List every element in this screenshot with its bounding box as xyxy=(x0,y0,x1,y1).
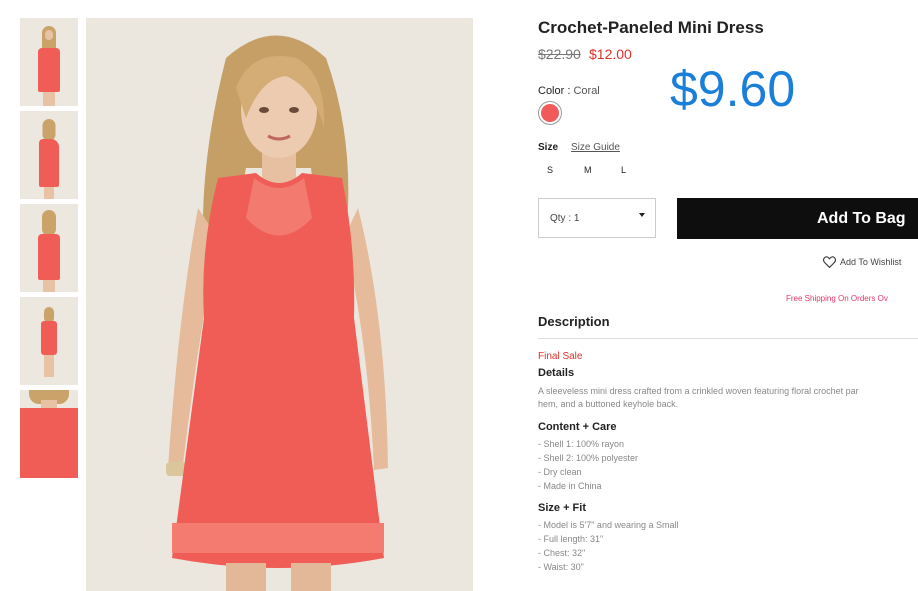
quantity-select[interactable]: Qty : 1 xyxy=(538,198,656,238)
size-option-m[interactable]: M xyxy=(584,165,592,175)
size-label: Size xyxy=(538,142,559,153)
wishlist-label: Add To Wishlist xyxy=(840,257,902,267)
list-item: - Shell 2: 100% polyester xyxy=(538,453,639,463)
final-sale-label: Final Sale xyxy=(538,351,583,362)
thumbnail-detail[interactable] xyxy=(20,390,78,478)
size-option-l[interactable]: L xyxy=(621,165,626,175)
list-item: - Chest: 32" xyxy=(538,548,586,558)
list-item: - Shell 1: 100% rayon xyxy=(538,439,625,449)
details-line-1: A sleeveless mini dress crafted from a c… xyxy=(538,386,859,396)
thumbnail-back[interactable] xyxy=(20,204,78,292)
list-item: - Model is 5'7" and wearing a Small xyxy=(538,520,679,530)
size-option-s[interactable]: S xyxy=(547,165,553,175)
list-item: - Full length: 31" xyxy=(538,534,604,544)
thumbnail-full[interactable] xyxy=(20,297,78,385)
sale-price: $12.00 xyxy=(589,46,632,62)
product-main-image xyxy=(86,18,473,591)
list-item: - Waist: 30" xyxy=(538,562,584,572)
size-fit-list: - Model is 5'7" and wearing a Small - Fu… xyxy=(538,518,678,574)
color-label-text: Color xyxy=(538,85,565,97)
size-fit-heading: Size + Fit xyxy=(538,502,586,514)
product-title: Crochet-Paneled Mini Dress xyxy=(538,18,764,37)
divider xyxy=(538,338,918,339)
caret-down-icon xyxy=(639,213,645,217)
thumbnail-list xyxy=(20,18,78,483)
color-swatch-coral[interactable] xyxy=(538,101,562,125)
details-line-2: hem, and a buttoned keyhole back. xyxy=(538,399,679,409)
description-heading: Description xyxy=(538,314,610,329)
details-heading: Details xyxy=(538,367,575,379)
list-item: - Made in China xyxy=(538,481,602,491)
content-care-list: - Shell 1: 100% rayon - Shell 2: 100% po… xyxy=(538,437,638,493)
color-label: Color : Coral xyxy=(538,85,600,97)
price-overlay: $9.60 xyxy=(670,61,796,117)
model-illustration xyxy=(86,18,473,591)
list-item: - Dry clean xyxy=(538,467,582,477)
swatch-fill xyxy=(541,104,559,122)
thumbnail-front[interactable] xyxy=(20,18,78,106)
add-to-bag-button[interactable]: Add To Bag xyxy=(677,198,918,239)
content-care-heading: Content + Care xyxy=(538,421,617,433)
heart-icon xyxy=(823,256,836,268)
size-guide-link[interactable]: Size Guide xyxy=(571,142,620,153)
add-to-wishlist-link[interactable]: Add To Wishlist xyxy=(823,256,901,268)
thumbnail-side[interactable] xyxy=(20,111,78,199)
free-shipping-notice: Free Shipping On Orders Ov xyxy=(786,294,888,303)
quantity-label: Qty : 1 xyxy=(550,212,580,224)
color-value: Coral xyxy=(573,85,600,97)
original-price: $22.90 xyxy=(538,46,581,62)
